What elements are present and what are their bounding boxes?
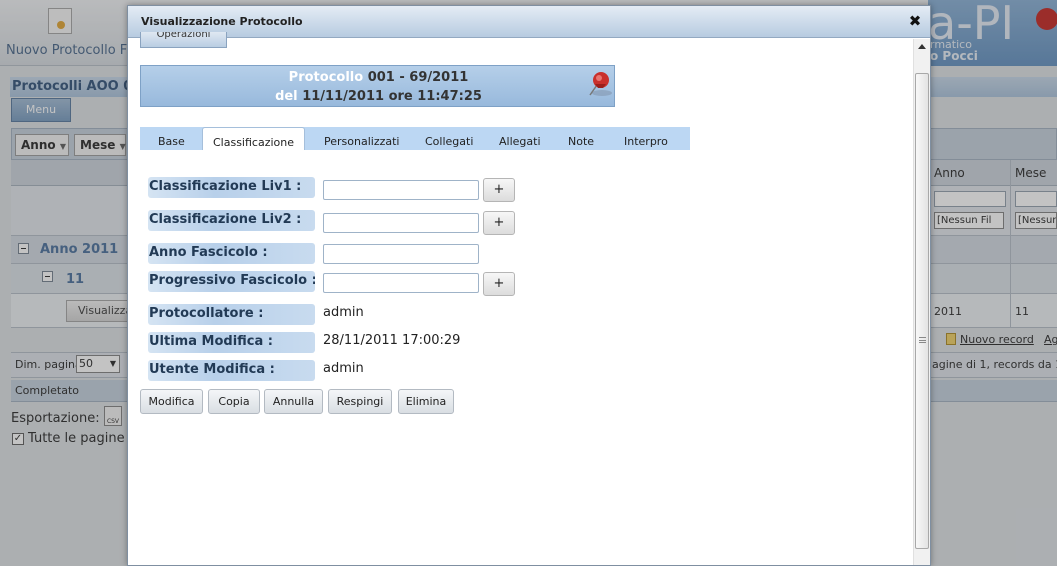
grip-icon	[919, 337, 926, 343]
annulla-button[interactable]: Annulla	[264, 389, 323, 414]
protocol-date-line: del 11/11/2011 ore 11:47:25	[141, 89, 616, 104]
protocol-number: 001 - 69/2011	[367, 70, 469, 85]
modifica-button[interactable]: Modifica	[140, 389, 203, 414]
anno-fascicolo-label: Anno Fascicolo :	[148, 243, 315, 264]
protocollatore-value: admin	[323, 305, 364, 320]
protocol-datetime: 11/11/2011 ore 11:47:25	[302, 89, 482, 104]
tab-interpro[interactable]: Interpro	[624, 135, 668, 148]
operations-button[interactable]: Operazioni	[140, 32, 227, 48]
pushpin-icon	[589, 72, 612, 96]
tab-personalizzati[interactable]: Personalizzati	[324, 135, 399, 148]
anno-fascicolo-input[interactable]	[323, 244, 479, 264]
utente-modifica-value: admin	[323, 361, 364, 376]
date-keyword: del	[275, 89, 298, 104]
class-liv2-label: Classificazione Liv2 :	[148, 210, 315, 231]
progressivo-fascicolo-add-button[interactable]: +	[483, 272, 515, 296]
tab-note[interactable]: Note	[568, 135, 594, 148]
tab-bar: Base Classificazione Personalizzati Coll…	[140, 127, 690, 150]
tab-collegati[interactable]: Collegati	[425, 135, 473, 148]
protocol-header: Protocollo 001 - 69/2011 del 11/11/2011 …	[140, 65, 615, 107]
class-liv1-label: Classificazione Liv1 :	[148, 177, 315, 198]
progressivo-fascicolo-label: Progressivo Fascicolo :	[148, 271, 315, 292]
dialog-scrollbar[interactable]	[913, 39, 930, 565]
copia-button[interactable]: Copia	[208, 389, 260, 414]
ultima-modifica-label: Ultima Modifica :	[148, 332, 315, 353]
elimina-button[interactable]: Elimina	[398, 389, 454, 414]
protocollatore-label: Protocollatore :	[148, 304, 315, 325]
class-liv1-input[interactable]	[323, 180, 479, 200]
scroll-up-icon[interactable]	[918, 44, 926, 49]
ultima-modifica-value: 28/11/2011 17:00:29	[323, 333, 461, 348]
class-liv1-add-button[interactable]: +	[483, 178, 515, 202]
scrollbar-thumb[interactable]	[915, 73, 929, 549]
protocol-keyword: Protocollo	[288, 70, 364, 85]
protocol-dialog: Visualizzazione Protocollo ✖ Operazioni …	[127, 5, 931, 566]
class-liv2-add-button[interactable]: +	[483, 211, 515, 235]
respingi-button[interactable]: Respingi	[328, 389, 392, 414]
tab-base[interactable]: Base	[158, 135, 185, 148]
dialog-title: Visualizzazione Protocollo	[141, 15, 303, 28]
tab-classificazione[interactable]: Classificazione	[202, 127, 305, 150]
dialog-titlebar[interactable]: Visualizzazione Protocollo ✖	[128, 6, 930, 38]
close-icon[interactable]: ✖	[908, 14, 922, 29]
utente-modifica-label: Utente Modifica :	[148, 360, 315, 381]
tab-classificazione-label: Classificazione	[212, 136, 294, 149]
protocol-number-line: Protocollo 001 - 69/2011	[141, 70, 616, 85]
class-liv2-input[interactable]	[323, 213, 479, 233]
progressivo-fascicolo-input[interactable]	[323, 273, 479, 293]
tab-allegati[interactable]: Allegati	[499, 135, 541, 148]
